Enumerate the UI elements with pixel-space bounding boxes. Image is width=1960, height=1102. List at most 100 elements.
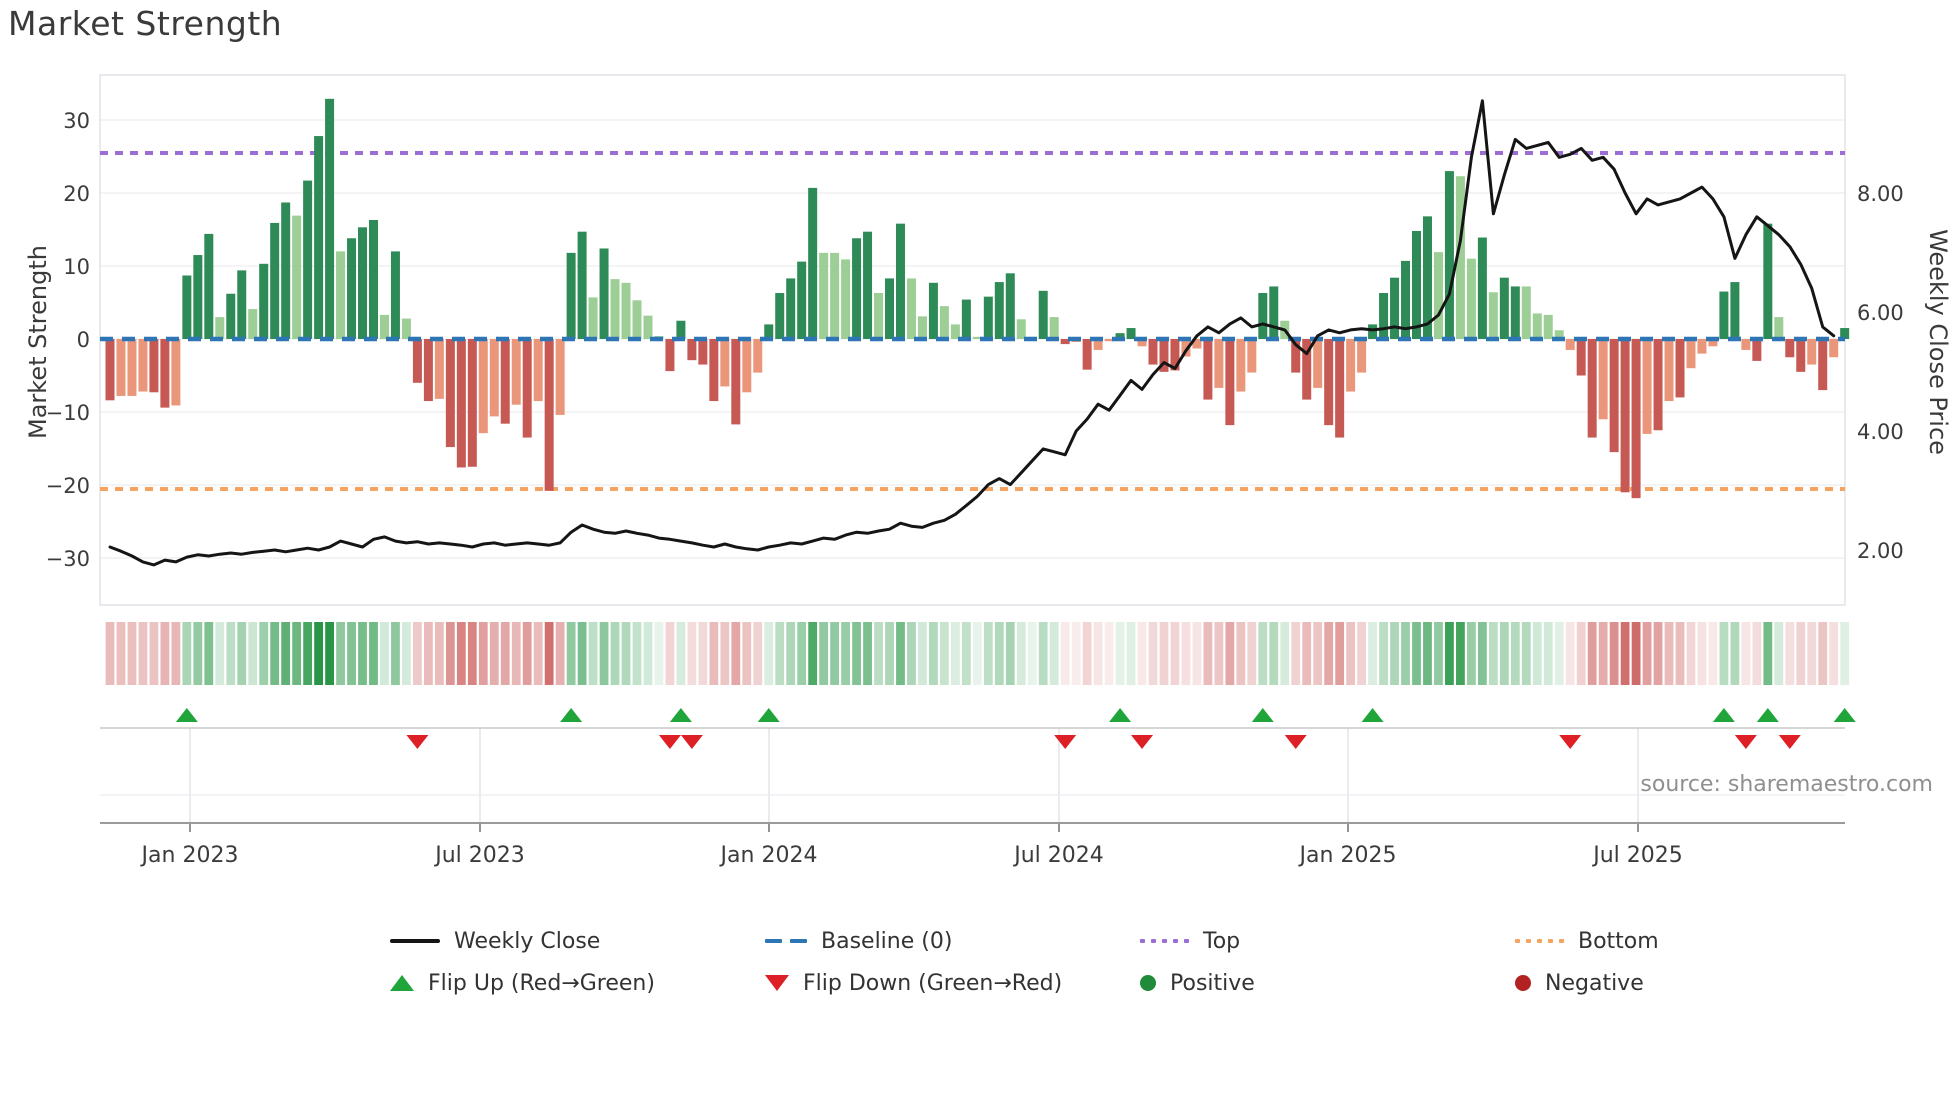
heatmap-cell — [456, 622, 466, 685]
heatmap-cell — [369, 622, 378, 685]
strength-bar — [1258, 293, 1268, 339]
heatmap-cell — [138, 622, 148, 685]
heatmap-cell — [621, 622, 631, 685]
strength-bar — [1631, 339, 1641, 499]
heatmap-cell — [918, 622, 927, 685]
heatmap-cell — [863, 622, 872, 685]
heatmap-cell — [1708, 622, 1718, 685]
heatmap-cell — [237, 622, 247, 685]
strength-bar — [731, 339, 741, 425]
strength-bar — [182, 275, 192, 339]
flip-up-marker-icon — [1109, 708, 1132, 722]
strength-bar — [1005, 273, 1015, 339]
heatmap-cell — [1554, 622, 1564, 685]
chart-canvas: Market Strength Market Strength Weekly C… — [0, 0, 1960, 1102]
heatmap-cell — [577, 622, 587, 685]
heatmap-cell — [852, 622, 861, 685]
x-axis-tick-label: Jul 2024 — [1012, 843, 1104, 868]
strength-bar — [1796, 339, 1806, 372]
heatmap-cell — [1093, 622, 1103, 685]
heatmap-cell — [950, 622, 960, 685]
strength-bar — [1598, 339, 1608, 420]
heatmap-cell — [413, 622, 422, 685]
strength-bar — [1576, 339, 1586, 376]
heatmap-cell — [1159, 622, 1169, 685]
strength-bar — [511, 339, 521, 405]
heatmap-cell — [1620, 622, 1630, 685]
strength-bar — [401, 318, 411, 339]
strength-bar — [1785, 339, 1795, 358]
heatmap-cell — [1719, 622, 1729, 685]
strength-bar — [478, 339, 488, 434]
heatmap-cell — [248, 622, 258, 685]
strength-bar — [1565, 339, 1575, 350]
heatmap-cell — [1752, 622, 1762, 685]
strength-bar — [171, 339, 181, 406]
heatmap-cell — [972, 622, 982, 685]
heatmap-cell — [961, 622, 971, 685]
strength-bar — [753, 339, 763, 373]
heatmap-cell — [1170, 622, 1180, 685]
heatmap-cell — [1796, 622, 1806, 685]
strength-bar — [237, 270, 247, 339]
strength-bar — [1313, 339, 1323, 388]
heatmap-cell — [1016, 622, 1026, 685]
heatmap-cell — [1565, 622, 1575, 685]
strength-bar — [193, 255, 203, 339]
heatmap-cell — [511, 622, 521, 685]
legend-item-negative: Negative — [1515, 968, 1644, 998]
right-axis-title: Weekly Close Price — [1924, 229, 1952, 455]
strength-bar — [1697, 339, 1707, 354]
strength-bar — [797, 261, 807, 339]
heatmap-cell — [753, 622, 763, 685]
heatmap-cell — [1477, 622, 1487, 685]
strength-bar — [160, 339, 170, 408]
heatmap-cell — [171, 622, 181, 685]
strength-bar — [599, 248, 609, 339]
legend-label: Flip Down (Green→Red) — [803, 970, 1063, 996]
heatmap-cell — [1236, 622, 1246, 685]
strength-bar — [1752, 339, 1762, 361]
heatmap-cell — [665, 622, 675, 685]
heatmap-cell — [709, 622, 719, 685]
strength-bar — [1049, 317, 1059, 339]
heatmap-cell — [1423, 622, 1432, 685]
heatmap-cell — [1774, 622, 1784, 685]
positive-dot-icon — [1140, 975, 1156, 991]
strength-bar — [720, 339, 730, 387]
strength-bar — [1499, 277, 1509, 339]
baseline-dash-icon — [765, 939, 807, 943]
strength-bar — [555, 339, 565, 415]
strength-bar — [841, 259, 851, 339]
heatmap-cell — [1730, 622, 1740, 685]
strength-bar — [863, 231, 873, 339]
left-axis-tick-label: 20 — [63, 182, 90, 206]
x-axis-tick-label: Jan 2023 — [140, 843, 239, 868]
heatmap-cell — [1664, 622, 1674, 685]
heatmap-cell — [983, 622, 993, 685]
flip-up-marker-icon — [1712, 708, 1735, 722]
heatmap-cell — [259, 622, 269, 685]
strength-bar — [281, 202, 291, 339]
heatmap-cell — [1763, 622, 1773, 685]
flip-up-marker-icon — [1361, 708, 1384, 722]
flip-down-marker-icon — [680, 735, 703, 749]
strength-bar — [215, 317, 225, 339]
heatmap-cell — [1192, 622, 1202, 685]
strength-bar — [1686, 339, 1696, 369]
strength-bar — [303, 180, 313, 339]
strength-bar — [874, 293, 884, 339]
strength-bar — [456, 339, 466, 468]
heatmap-cell — [764, 622, 774, 685]
legend-label: Weekly Close — [454, 928, 601, 954]
strength-bar — [643, 315, 653, 339]
left-axis-title: Market Strength — [24, 245, 52, 439]
flip-down-marker-icon — [658, 735, 681, 749]
strength-bar — [808, 187, 818, 339]
heatmap-cell — [1291, 622, 1301, 685]
legend-label: Negative — [1545, 970, 1644, 996]
weekly-close-line-icon — [390, 939, 440, 943]
heatmap-cell — [160, 622, 170, 685]
strength-bar — [709, 339, 719, 402]
legend-item-flip-up-redgreen: Flip Up (Red→Green) — [390, 968, 655, 998]
